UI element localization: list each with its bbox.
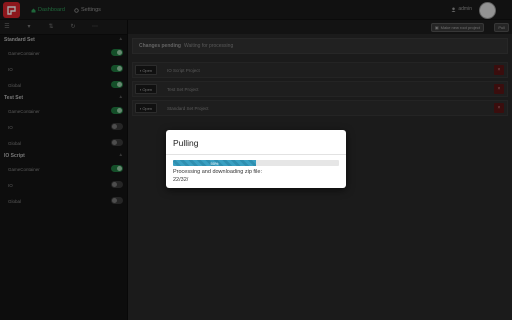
status-detail: 22/32/ [173, 177, 189, 183]
pulling-dialog: Pulling 50% Processing and downloading z… [166, 130, 346, 188]
progress-bar-fill: 50% [173, 160, 256, 166]
status-text: Processing and downloading zip file: [173, 169, 262, 175]
progress-bar: 50% [173, 160, 339, 166]
dialog-status: Processing and downloading zip file: 22/… [173, 168, 262, 184]
progress-label: 50% [210, 160, 219, 166]
dialog-divider [166, 154, 346, 155]
dialog-title: Pulling [173, 138, 199, 148]
